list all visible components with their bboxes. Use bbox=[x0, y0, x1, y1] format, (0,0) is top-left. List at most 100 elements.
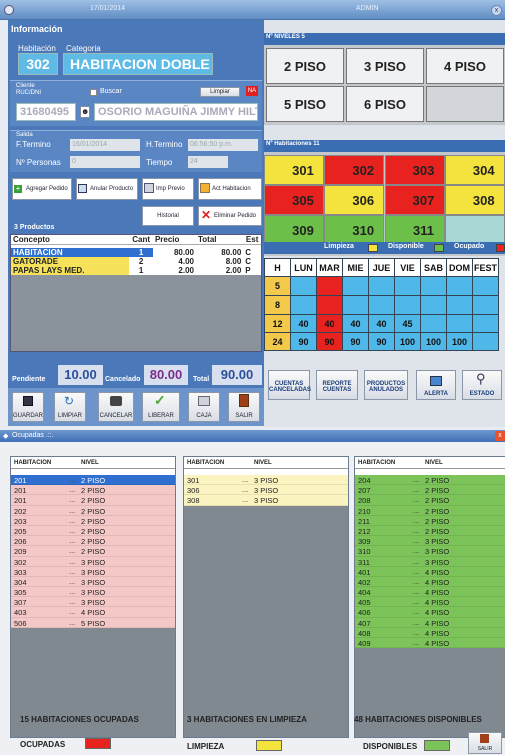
list-item[interactable]: 208... 2 PISO bbox=[355, 495, 505, 506]
list-item[interactable]: 201... 2 PISO bbox=[11, 485, 175, 496]
room-tile[interactable]: 303 bbox=[384, 155, 445, 185]
tarifa-row[interactable]: 24 90 90 90 90 100 100 100 bbox=[264, 332, 499, 351]
tarifa-cell[interactable]: 100 bbox=[394, 332, 421, 351]
cuentas-canceladas-button[interactable]: CUENTAS CANCELADAS bbox=[268, 370, 311, 400]
tarifa-cell[interactable]: 40 bbox=[316, 314, 343, 333]
tarifa-cell[interactable] bbox=[420, 276, 447, 296]
list-item[interactable]: 406... 4 PISO bbox=[355, 607, 505, 618]
list-item[interactable]: 307... 3 PISO bbox=[11, 597, 175, 608]
tarifa-cell[interactable] bbox=[290, 276, 317, 296]
tarifa-cell[interactable] bbox=[472, 295, 499, 315]
tarifa-cell[interactable] bbox=[472, 276, 499, 296]
list-item[interactable]: 407... 4 PISO bbox=[355, 617, 505, 628]
tarifa-cell[interactable] bbox=[342, 276, 369, 296]
list-item[interactable]: 301... 3 PISO bbox=[184, 475, 348, 486]
buscar-checkbox[interactable] bbox=[90, 89, 97, 96]
nivel-item[interactable]: 3 PISO bbox=[346, 48, 424, 84]
tarifa-cell[interactable] bbox=[368, 276, 395, 296]
list-item[interactable]: 303... 3 PISO bbox=[11, 566, 175, 577]
table-row[interactable]: PAPAS LAYS MED. 1 2.00 2.00 P bbox=[11, 265, 261, 275]
nivel-item[interactable]: 4 PISO bbox=[426, 48, 504, 84]
list-item[interactable]: 408... 4 PISO bbox=[355, 627, 505, 638]
list-item[interactable]: 401... 4 PISO bbox=[355, 566, 505, 577]
tarifa-cell[interactable]: 45 bbox=[394, 314, 421, 333]
list-item[interactable]: 304... 3 PISO bbox=[11, 576, 175, 588]
list-item[interactable]: 308... 3 PISO bbox=[184, 495, 348, 506]
tarifa-cell[interactable]: 90 bbox=[342, 332, 369, 351]
tarifa-row[interactable]: 8 bbox=[264, 295, 499, 315]
cliente-nombre-field[interactable]: OSORIO MAGUIÑA JIMMY HILTON bbox=[94, 103, 258, 121]
room-tile[interactable]: 311 bbox=[384, 215, 445, 245]
list-item[interactable]: 404... 4 PISO bbox=[355, 587, 505, 598]
dni-field[interactable]: 31680495 bbox=[16, 103, 76, 121]
tarifa-cell[interactable] bbox=[446, 295, 473, 315]
tarifa-cell[interactable]: 100 bbox=[446, 332, 473, 351]
limpieza-list[interactable]: HABITACION NIVEL 301... 3 PISO 306... 3 PISO 3… bbox=[183, 456, 349, 738]
tarifa-cell[interactable] bbox=[316, 276, 343, 296]
list-item[interactable]: 212... 2 PISO bbox=[355, 525, 505, 537]
tarifa-cell[interactable] bbox=[420, 314, 447, 333]
close-icon[interactable]: x bbox=[491, 5, 502, 16]
tarifa-row[interactable]: 12 40 40 40 40 45 bbox=[264, 314, 499, 333]
room-tile[interactable]: 302 bbox=[324, 155, 385, 185]
limpiar-button[interactable]: Limpiar bbox=[200, 87, 240, 97]
list-item[interactable]: 302... 3 PISO bbox=[11, 556, 175, 567]
list-item[interactable]: 405... 4 PISO bbox=[355, 597, 505, 608]
tarifa-cell[interactable] bbox=[394, 295, 421, 315]
list-item[interactable]: 209... 2 PISO bbox=[11, 546, 175, 557]
room-tile[interactable]: 310 bbox=[324, 215, 385, 245]
tarifa-cell[interactable] bbox=[420, 295, 447, 315]
list-item[interactable]: 402... 4 PISO bbox=[355, 576, 505, 588]
room-tile[interactable]: 306 bbox=[324, 185, 385, 215]
room-tile[interactable]: 305 bbox=[264, 185, 324, 215]
list-item[interactable]: 309... 3 PISO bbox=[355, 536, 505, 547]
room-tile[interactable]: 309 bbox=[264, 215, 324, 245]
list-item[interactable]: 306... 3 PISO bbox=[184, 485, 348, 496]
tarifa-cell[interactable]: 90 bbox=[368, 332, 395, 351]
historial-button[interactable]: Historial bbox=[142, 206, 194, 226]
list-item[interactable]: 204... 2 PISO bbox=[355, 475, 505, 486]
tarifa-cell[interactable]: 40 bbox=[342, 314, 369, 333]
disponibles-list[interactable]: HABITACION NIVEL 204... 2 PISO 207... 2 PISO 2… bbox=[354, 456, 505, 738]
list-item[interactable]: 506... 5 PISO bbox=[11, 617, 175, 628]
tarifa-cell[interactable]: 40 bbox=[290, 314, 317, 333]
tarifa-cell[interactable] bbox=[290, 295, 317, 315]
room-tile[interactable]: 308 bbox=[444, 185, 505, 215]
ocupadas-list[interactable]: HABITACION NIVEL 201... 2 PISO 201... 2 PISO 2… bbox=[10, 456, 176, 738]
tarifa-cell[interactable] bbox=[394, 276, 421, 296]
tarifa-cell[interactable]: 5 bbox=[264, 276, 291, 296]
list-item[interactable]: 205... 2 PISO bbox=[11, 525, 175, 537]
tarifa-cell[interactable]: 40 bbox=[368, 314, 395, 333]
list-item[interactable]: 310... 3 PISO bbox=[355, 546, 505, 557]
list-item[interactable]: 202... 2 PISO bbox=[11, 505, 175, 516]
tarifa-cell[interactable] bbox=[472, 314, 499, 333]
list-item[interactable]: 206... 2 PISO bbox=[11, 536, 175, 547]
tarifa-cell[interactable] bbox=[368, 295, 395, 315]
tarifa-cell[interactable] bbox=[342, 295, 369, 315]
list-item[interactable]: 207... 2 PISO bbox=[355, 485, 505, 496]
user-icon[interactable]: ☻ bbox=[80, 106, 90, 118]
npersonas-field[interactable]: 0 bbox=[70, 156, 140, 168]
tarifa-cell[interactable]: 90 bbox=[290, 332, 317, 351]
nivel-item[interactable] bbox=[426, 86, 504, 122]
htermino-field[interactable]: 06:56:50 p.m. bbox=[188, 139, 258, 151]
categoria-field[interactable]: HABITACION DOBLE bbox=[63, 53, 213, 75]
table-row[interactable]: HABITACION 1 80.00 80.00 C bbox=[11, 247, 261, 257]
tarifa-row[interactable]: 5 bbox=[264, 276, 499, 296]
tarifa-cell[interactable] bbox=[316, 295, 343, 315]
tarifa-cell[interactable] bbox=[446, 314, 473, 333]
ocupadas-close-icon[interactable]: x bbox=[495, 431, 505, 441]
tarifa-cell[interactable]: 100 bbox=[420, 332, 447, 351]
room-tile[interactable] bbox=[444, 215, 505, 245]
list-item[interactable]: 305... 3 PISO bbox=[11, 587, 175, 598]
reporte-cuentas-button[interactable]: REPORTE CUENTAS bbox=[316, 370, 358, 400]
nivel-item[interactable]: 2 PISO bbox=[266, 48, 344, 84]
room-tile[interactable]: 301 bbox=[264, 155, 324, 185]
ftermino-field[interactable]: 16/01/2014 bbox=[70, 139, 140, 151]
tarifa-cell[interactable]: 8 bbox=[264, 295, 291, 315]
room-tile[interactable]: 304 bbox=[444, 155, 505, 185]
tarifa-cell[interactable] bbox=[472, 332, 499, 351]
list-item[interactable]: 201... 2 PISO bbox=[11, 495, 175, 506]
tarifa-cell[interactable]: 90 bbox=[316, 332, 343, 351]
tarifa-cell[interactable]: 24 bbox=[264, 332, 291, 351]
